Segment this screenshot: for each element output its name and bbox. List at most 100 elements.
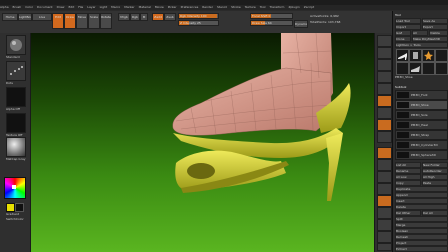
mrgb-button[interactable]: Mrgb (118, 13, 130, 21)
subtool-item[interactable]: PM3D_Cylinder3D (395, 140, 448, 150)
menu-item-macro[interactable]: Macro (111, 5, 120, 9)
live-boolean-button[interactable]: Live Boolean (32, 13, 52, 21)
zadd-button[interactable]: Zadd (152, 13, 164, 21)
tool-thumb-3[interactable] (422, 49, 435, 62)
transp-button[interactable] (377, 207, 392, 219)
move-view-button[interactable] (377, 159, 392, 171)
subtool-thumbnail (397, 112, 409, 118)
tool-thumb-4[interactable] (435, 49, 448, 62)
bpr-button[interactable] (377, 35, 392, 47)
tool-thumb-5[interactable] (396, 62, 409, 75)
tool-thumb-7[interactable] (422, 62, 435, 75)
local-button[interactable] (377, 119, 392, 131)
dynamic-button[interactable]: Dynamic (294, 20, 308, 28)
polyf-button[interactable] (377, 195, 392, 207)
menu-item-alpha[interactable]: Alpha (0, 5, 9, 9)
menu-item-movie[interactable]: Movie (155, 5, 164, 9)
subtool-thumbnail (397, 122, 409, 128)
scroll-button[interactable] (377, 59, 392, 71)
star-icon (424, 51, 433, 60)
persp-button[interactable] (377, 95, 392, 107)
frame-button[interactable] (377, 147, 392, 159)
color-picker-center (12, 185, 16, 189)
ghost-button[interactable] (377, 219, 392, 231)
xpose-button[interactable] (377, 243, 392, 251)
cylinder-icon (413, 52, 418, 59)
draw-size-slider[interactable]: Draw Size 64 (250, 20, 293, 26)
focal-shift-slider[interactable]: Focal Shift 0 (250, 13, 293, 19)
shoe-peep-toe-opening (187, 163, 215, 179)
menu-bar: Alpha Brush Color Document Draw Edit File Layer… (0, 5, 448, 10)
alpha-label: Alpha Off (6, 107, 20, 111)
menu-item-layer[interactable]: Layer (87, 5, 95, 9)
z-intensity-slider[interactable]: Z Intensity 25 (178, 20, 219, 26)
menu-item-render[interactable]: Render (202, 5, 213, 9)
zsub-button[interactable]: Zsub (164, 13, 176, 21)
shoe-icon (398, 53, 407, 60)
menu-item-stroke[interactable]: Stroke (231, 5, 241, 9)
stroke-thumbnail[interactable] (6, 61, 26, 81)
menu-item-material[interactable]: Material (139, 5, 151, 9)
rotate-button[interactable]: Rotate (100, 13, 112, 29)
main-color-swatch[interactable] (6, 203, 15, 212)
menu-item-zscript[interactable]: Zscript (304, 5, 314, 9)
rotate-view-button[interactable] (377, 183, 392, 195)
menu-item-draw[interactable]: Draw (57, 5, 65, 9)
spix-button[interactable] (377, 47, 392, 59)
scale-button[interactable]: Scale (88, 13, 100, 29)
menu-item-zplugin[interactable]: Zplugin (288, 5, 299, 9)
menu-item-tool[interactable]: Tool (260, 5, 266, 9)
brush-thumbnail[interactable] (6, 35, 26, 55)
menu-item-texture[interactable]: Texture (245, 5, 256, 9)
subtool-item[interactable]: PM3D_Sole (395, 110, 448, 120)
rgb-button[interactable]: Rgb (130, 13, 140, 21)
right-shelf (374, 33, 393, 252)
subtool-item[interactable]: PM3D_Foot (395, 90, 448, 100)
subtool-item[interactable]: PM3D_Heel (395, 120, 448, 130)
tool-thumb-8[interactable] (435, 62, 448, 75)
lsym-button[interactable] (377, 131, 392, 143)
viewport-canvas[interactable] (31, 33, 374, 252)
edit-button[interactable]: Edit (52, 13, 64, 29)
total-points-readout: TotalPoints: 103,768 (310, 20, 341, 24)
menu-item-transform[interactable]: Transform (270, 5, 285, 9)
menu-item-edit[interactable]: Edit (68, 5, 74, 9)
lightbox-tools-button[interactable]: Lightbox > Tools (395, 42, 448, 48)
actual-button[interactable] (377, 83, 392, 95)
menu-item-light[interactable]: Light (100, 5, 108, 9)
material-thumbnail[interactable] (6, 137, 26, 157)
menu-item-brush[interactable]: Brush (13, 5, 22, 9)
draw-button[interactable]: Draw (64, 13, 76, 29)
switch-color-label[interactable]: SwitchColor (6, 217, 24, 221)
current-tool-name: PM3D_Shoe (395, 75, 413, 79)
rgb-intensity-slider[interactable]: Rgb Intensity 100 (178, 13, 219, 19)
menu-item-preferences[interactable]: Preferences (181, 5, 199, 9)
menu-item-document[interactable]: Document (37, 5, 53, 9)
lightbox-button[interactable]: LightBox (18, 13, 32, 21)
floor-button[interactable] (377, 107, 392, 119)
tool-thumb-2[interactable] (409, 49, 422, 62)
menu-item-marker[interactable]: Marker (124, 5, 134, 9)
home-page-button[interactable]: Home Page (2, 13, 18, 21)
subtool-item-selected[interactable]: PM3D_Shoe (395, 100, 448, 110)
gradient-label: Gradient (6, 212, 20, 216)
texture-thumbnail[interactable] (6, 113, 26, 133)
menu-item-color[interactable]: Color (25, 5, 33, 9)
menu-item-picker[interactable]: Picker (168, 5, 177, 9)
extract-button[interactable]: Extract (395, 246, 448, 252)
solo-button[interactable] (377, 231, 392, 243)
menu-item-stencil[interactable]: Stencil (217, 5, 227, 9)
subtool-item[interactable]: PM3D_Strap (395, 130, 448, 140)
zoom-button[interactable] (377, 71, 392, 83)
alpha-thumbnail[interactable] (6, 87, 26, 107)
secondary-color-swatch[interactable] (15, 203, 24, 212)
tool-thumb-6[interactable] (409, 62, 422, 75)
menu-item-file[interactable]: File (78, 5, 83, 9)
tool-thumb-1[interactable] (396, 49, 409, 62)
move-button[interactable]: Move (76, 13, 88, 29)
active-points-readout: ActivePoints: 6,982 (310, 14, 339, 18)
m-button[interactable]: M (140, 13, 148, 21)
subtool-thumbnail (397, 142, 409, 148)
scale-view-button[interactable] (377, 171, 392, 183)
subtool-item[interactable]: PM3D_Sphere3D (395, 150, 448, 160)
